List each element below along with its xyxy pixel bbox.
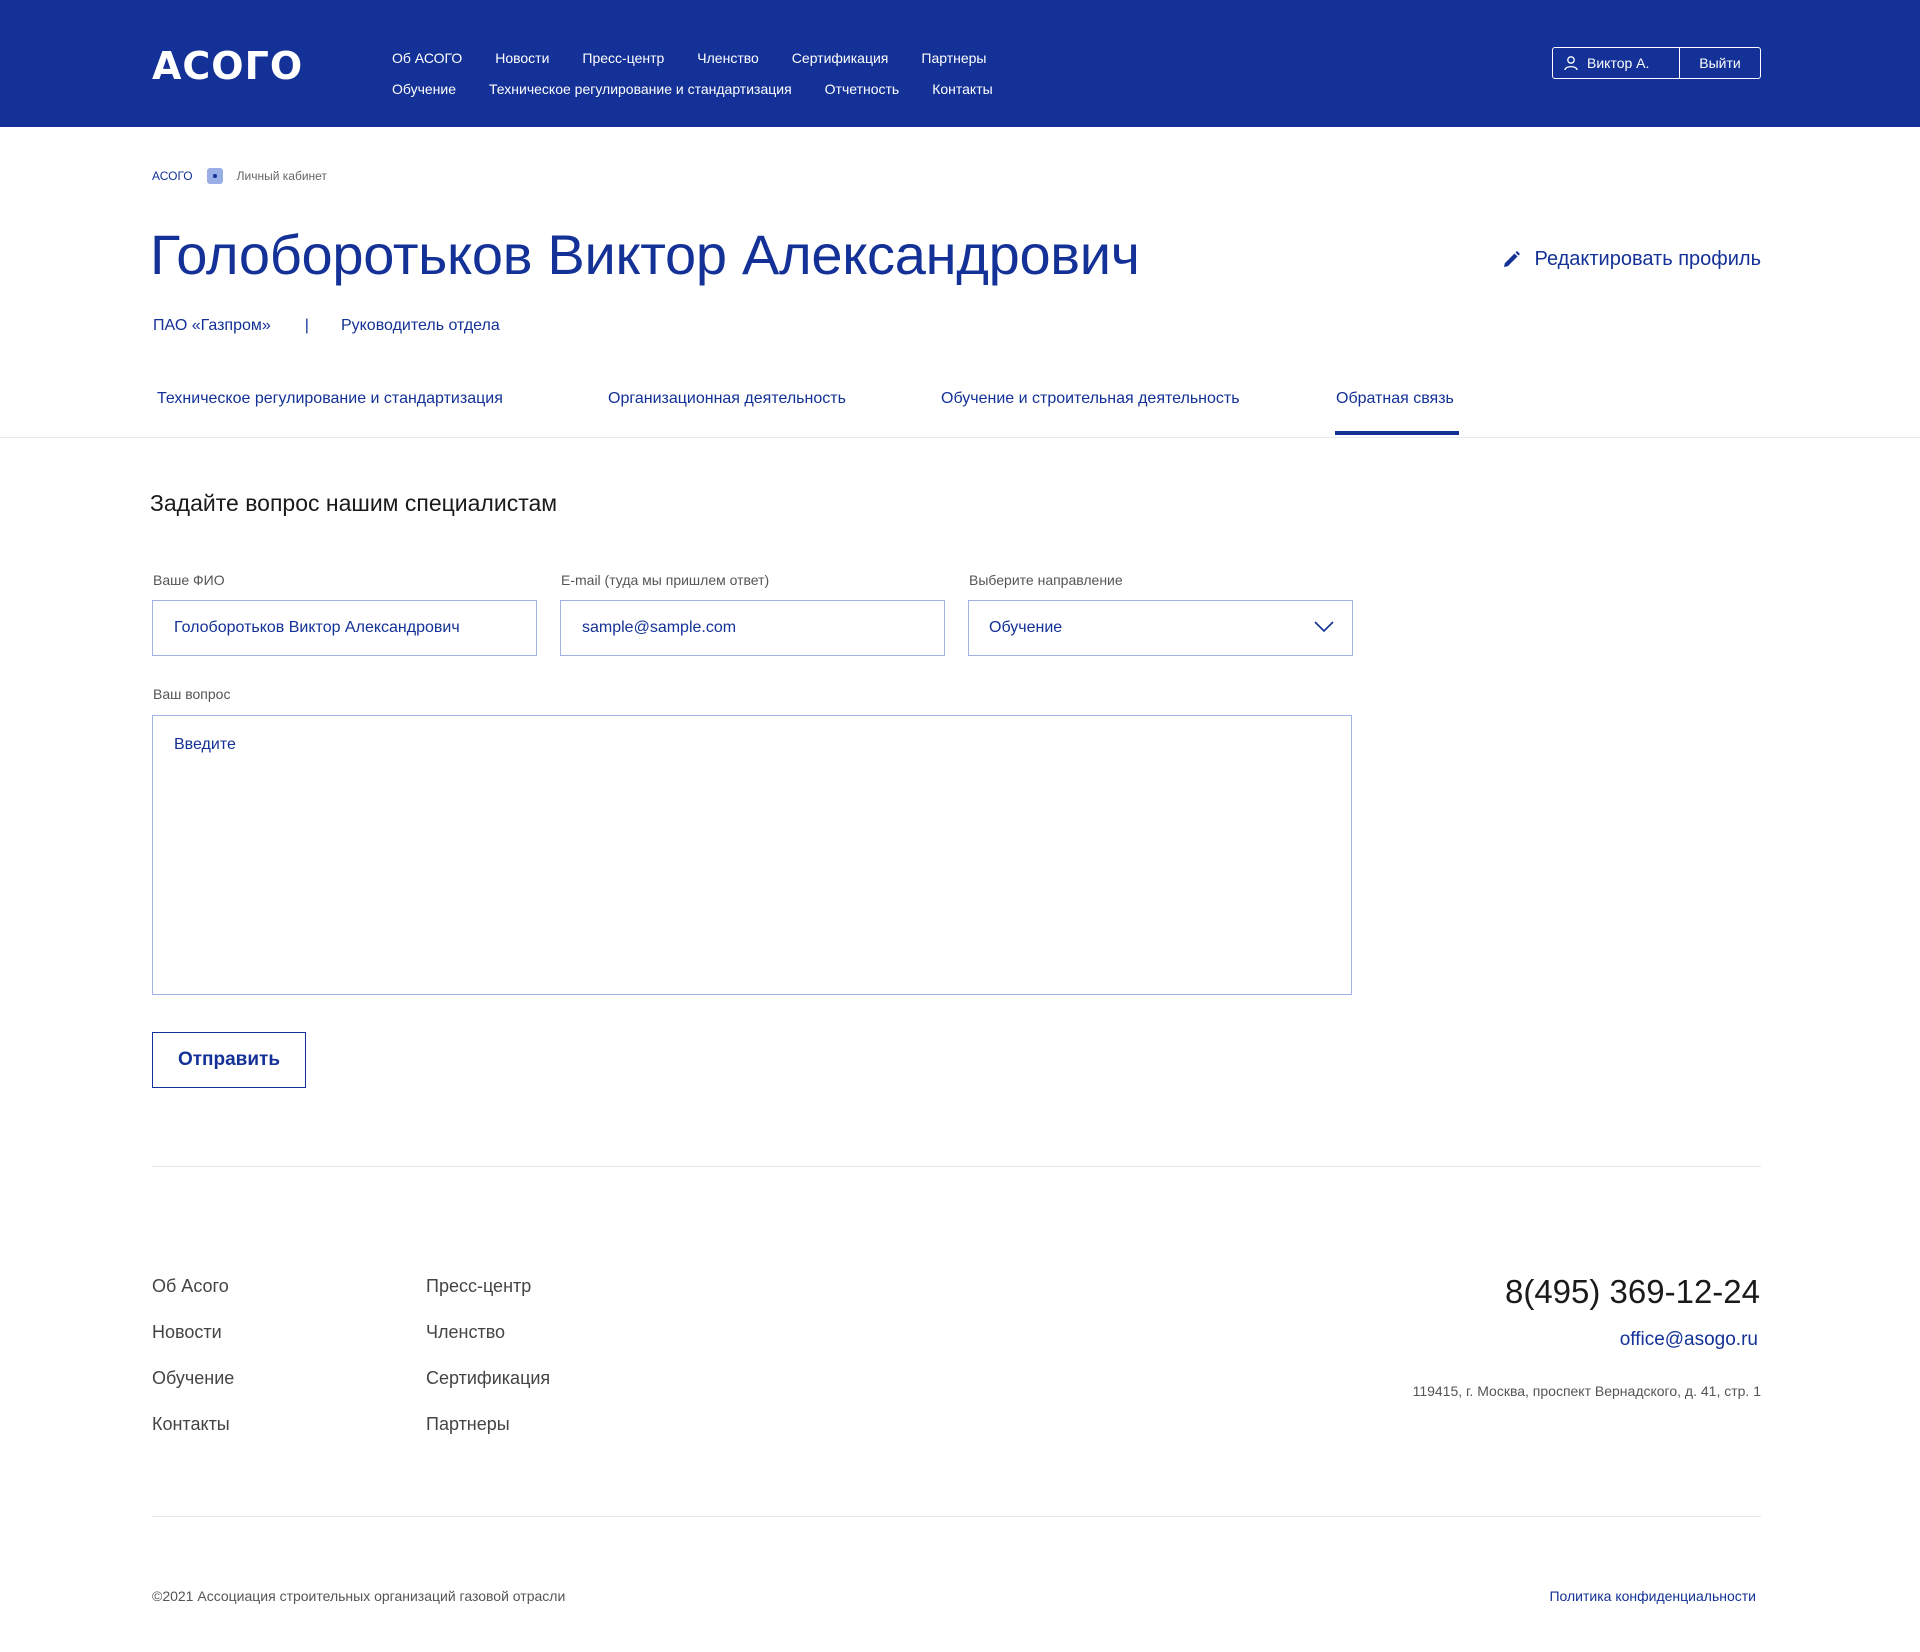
profile-tabs: Техническое регулирование и стандартизац… [0,380,1920,438]
direction-selected-value: Обучение [989,619,1063,636]
user-profile-button[interactable]: Виктор А. [1553,48,1680,78]
nav-row-2: Обучение Техническое регулирование и ста… [392,73,1112,104]
footer-link-education[interactable]: Обучение [152,1368,234,1414]
footer-divider-bottom [152,1516,1761,1517]
question-field-label: Ваш вопрос [153,686,231,702]
nav-item-press[interactable]: Пресс-центр [582,50,664,66]
tab-feedback[interactable]: Обратная связь [1335,390,1459,435]
form-heading: Задайте вопрос нашим специалистам [150,490,558,516]
privacy-policy-link[interactable]: Политика конфиденциальности [1549,1588,1756,1604]
user-menu: Виктор А. Выйти [1552,47,1761,79]
nav-item-certification[interactable]: Сертификация [792,50,889,66]
nav-item-contacts[interactable]: Контакты [932,81,992,97]
breadcrumb: АСОГО Личный кабинет [152,168,327,184]
nav-item-tech-regulation[interactable]: Техническое регулирование и стандартизац… [489,81,792,97]
footer-link-certification[interactable]: Сертификация [426,1368,550,1414]
footer-nav-col-2: Пресс-центр Членство Сертификация Партне… [426,1276,550,1460]
footer-nav-col-1: Об Асого Новости Обучение Контакты [152,1276,234,1460]
page-title: Голоборотьков Виктор Александрович [150,223,1140,286]
footer-link-contacts[interactable]: Контакты [152,1414,234,1460]
user-icon [1564,56,1578,71]
tab-tech-regulation[interactable]: Техническое регулирование и стандартизац… [157,390,503,408]
nav-item-reports[interactable]: Отчетность [825,81,900,97]
footer-phone[interactable]: 8(495) 369-12-24 [1505,1273,1760,1311]
nav-item-education[interactable]: Обучение [392,81,456,97]
user-name: Виктор А. [1587,55,1650,71]
footer-link-press[interactable]: Пресс-центр [426,1276,550,1322]
nav-item-news[interactable]: Новости [495,50,549,66]
meta-separator: | [304,317,309,334]
footer-link-about[interactable]: Об Асого [152,1276,234,1322]
submit-button[interactable]: Отправить [152,1032,306,1088]
pencil-icon [1504,251,1521,267]
nav-item-partners[interactable]: Партнеры [921,50,986,66]
footer-link-membership[interactable]: Членство [426,1322,550,1368]
nav-item-about[interactable]: Об АСОГО [392,50,462,66]
question-placeholder: Введите [174,736,236,753]
footer-divider-top [152,1166,1761,1167]
name-field-label: Ваше ФИО [153,572,225,588]
main-nav: Об АСОГО Новости Пресс-центр Членство Се… [392,42,1112,104]
question-textarea[interactable]: Введите [152,715,1352,995]
email-field[interactable]: sample@sample.com [560,600,945,656]
name-field[interactable]: Голоборотьков Виктор Александрович [152,600,537,656]
breadcrumb-home[interactable]: АСОГО [152,169,193,183]
footer-link-partners[interactable]: Партнеры [426,1414,550,1460]
direction-select[interactable]: Обучение [968,600,1353,656]
site-header: АСОГО Об АСОГО Новости Пресс-центр Членс… [0,0,1920,127]
edit-profile-button[interactable]: Редактировать профиль [1503,248,1761,271]
edit-profile-label: Редактировать профиль [1534,248,1761,270]
nav-row-1: Об АСОГО Новости Пресс-центр Членство Се… [392,42,1112,73]
breadcrumb-separator-icon [206,168,223,184]
email-field-label: E-mail (туда мы пришлем ответ) [561,572,770,588]
tab-education[interactable]: Обучение и строительная деятельность [941,390,1240,408]
footer-email[interactable]: office@asogo.ru [1620,1329,1758,1351]
footer-address: 119415, г. Москва, проспект Вернадского,… [1412,1383,1761,1399]
logout-button[interactable]: Выйти [1680,48,1760,78]
tab-organizational[interactable]: Организационная деятельность [608,390,846,408]
breadcrumb-current: Личный кабинет [236,169,327,183]
chevron-down-icon [1314,621,1334,633]
company-name: ПАО «Газпром» [153,317,271,334]
nav-item-membership[interactable]: Членство [697,50,759,66]
copyright: ©2021 Ассоциация строительных организаци… [152,1588,566,1604]
footer-link-news[interactable]: Новости [152,1322,234,1368]
profile-meta: ПАО «Газпром» | Руководитель отдела [153,317,500,335]
position-title: Руководитель отдела [340,317,500,334]
logo[interactable]: АСОГО [152,44,303,88]
direction-select-label: Выберите направление [969,572,1123,588]
